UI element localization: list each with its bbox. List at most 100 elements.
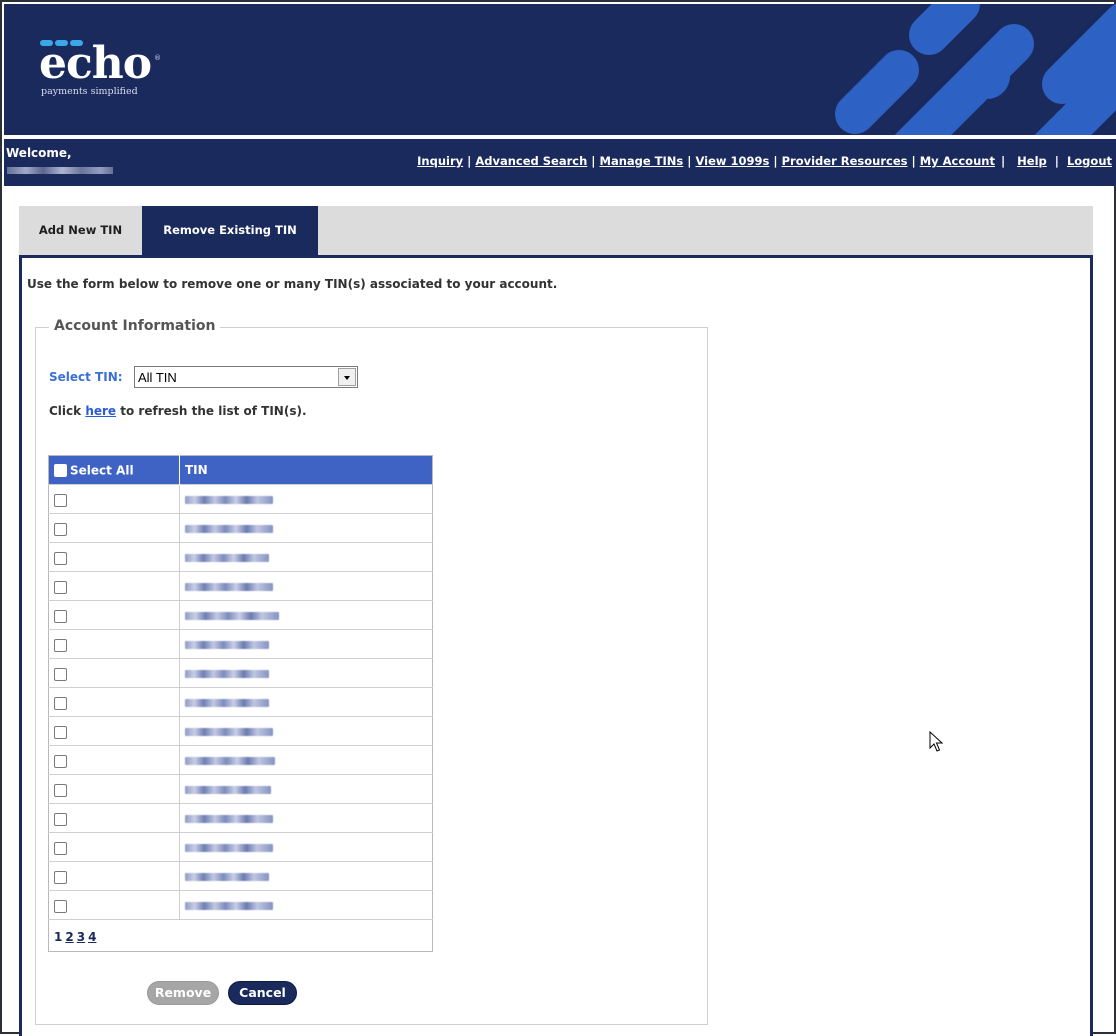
page-1-current: 1 — [54, 930, 63, 944]
tab-add-new-tin[interactable]: Add New TIN — [19, 206, 142, 255]
table-row — [48, 600, 433, 630]
tin-redacted — [185, 583, 273, 591]
select-tin-label: Select TIN: — [49, 370, 123, 384]
table-row — [48, 542, 433, 572]
logo-trademark: ® — [154, 54, 161, 62]
table-row — [48, 658, 433, 688]
row-checkbox[interactable] — [54, 609, 67, 623]
nav-separator: | — [1000, 154, 1006, 168]
row-checkbox[interactable] — [54, 638, 67, 652]
page-2-link[interactable]: 2 — [65, 930, 73, 944]
table-row — [48, 890, 433, 920]
table-header-row: Select All TIN — [48, 455, 433, 485]
row-checkbox-cell — [48, 745, 180, 775]
row-checkbox-cell — [48, 484, 180, 514]
tin-cell — [179, 774, 433, 804]
tin-redacted — [185, 728, 273, 736]
pagination-row: 1234 — [48, 919, 433, 952]
page-3-link[interactable]: 3 — [77, 930, 85, 944]
nav-link-advanced-search[interactable]: Advanced Search — [475, 154, 587, 168]
select-all-checkbox[interactable] — [54, 463, 67, 477]
table-row — [48, 774, 433, 804]
mouse-pointer-icon — [929, 731, 944, 752]
tin-cell — [179, 484, 433, 514]
row-checkbox[interactable] — [54, 899, 67, 913]
tin-cell — [179, 861, 433, 891]
tin-cell — [179, 803, 433, 833]
nav-separator: | — [911, 154, 916, 168]
row-checkbox[interactable] — [54, 522, 67, 536]
select-tin-dropdown[interactable]: All TIN — [134, 366, 358, 388]
header-stripes-graphic — [835, 4, 1116, 135]
nav-separator: | — [591, 154, 596, 168]
row-checkbox-cell — [48, 571, 180, 601]
site-header: echo ® payments simplified — [4, 4, 1116, 135]
tin-cell — [179, 629, 433, 659]
tin-cell — [179, 832, 433, 862]
cancel-button[interactable]: Cancel — [228, 981, 297, 1005]
tin-table: Select All TIN 1 2 3 4 — [48, 455, 433, 952]
row-checkbox[interactable] — [54, 580, 67, 594]
nav-links: Inquiry | Advanced Search | Manage TINs | View… — [417, 154, 1112, 168]
tab-remove-existing-tin[interactable]: Remove Existing TIN — [142, 206, 318, 255]
tin-column-header: TIN — [179, 455, 433, 485]
table-row — [48, 832, 433, 862]
row-checkbox-cell — [48, 542, 180, 572]
nav-link-my-account[interactable]: My Account — [920, 154, 995, 168]
row-checkbox-cell — [48, 513, 180, 543]
intro-text: Use the form below to remove one or many… — [27, 277, 558, 291]
row-checkbox[interactable] — [54, 551, 67, 565]
row-checkbox[interactable] — [54, 725, 67, 739]
table-row — [48, 861, 433, 891]
table-row — [48, 629, 433, 659]
tin-cell — [179, 687, 433, 717]
tin-redacted — [185, 670, 269, 678]
row-checkbox-cell — [48, 629, 180, 659]
refresh-suffix: to refresh the list of TIN(s). — [120, 404, 307, 418]
tin-redacted — [185, 786, 271, 794]
refresh-prefix: Click — [49, 404, 82, 418]
nav-link-provider-resources[interactable]: Provider Resources — [782, 154, 908, 168]
tin-redacted — [185, 699, 269, 707]
page-4-link[interactable]: 4 — [88, 930, 96, 944]
refresh-instruction: Click here to refresh the list of TIN(s)… — [49, 404, 307, 418]
nav-bar: Welcome, Inquiry | Advanced Search | Manage … — [4, 139, 1116, 186]
account-information-fieldset: Account Information Select TIN: All TIN … — [35, 318, 708, 1025]
tin-redacted — [185, 873, 269, 881]
nav-separator: | — [1054, 154, 1059, 168]
nav-link-manage-tins[interactable]: Manage TINs — [600, 154, 684, 168]
row-checkbox[interactable] — [54, 870, 67, 884]
tin-cell — [179, 745, 433, 775]
row-checkbox-cell — [48, 774, 180, 804]
tin-redacted — [185, 641, 269, 649]
row-checkbox[interactable] — [54, 812, 67, 826]
tin-cell — [179, 513, 433, 543]
row-checkbox[interactable] — [54, 841, 67, 855]
table-row — [48, 571, 433, 601]
remove-tin-panel: Use the form below to remove one or many… — [19, 255, 1093, 1036]
row-checkbox[interactable] — [54, 696, 67, 710]
row-checkbox-cell — [48, 861, 180, 891]
table-row — [48, 484, 433, 514]
refresh-link[interactable]: here — [85, 404, 116, 418]
nav-separator: | — [687, 154, 692, 168]
logo-tagline: payments simplified — [41, 86, 138, 97]
remove-button[interactable]: Remove — [147, 981, 219, 1005]
app-frame: echo ® payments simplified Welcome, Inqu… — [0, 0, 1116, 1036]
chevron-down-icon[interactable] — [338, 368, 356, 386]
nav-link-inquiry[interactable]: Inquiry — [417, 154, 463, 168]
nav-link-logout[interactable]: Logout — [1067, 154, 1112, 168]
table-row — [48, 513, 433, 543]
nav-separator: | — [773, 154, 778, 168]
tin-cell — [179, 658, 433, 688]
tin-redacted — [185, 554, 269, 562]
row-checkbox[interactable] — [54, 493, 67, 507]
row-checkbox[interactable] — [54, 783, 67, 797]
select-all-header: Select All — [48, 455, 180, 485]
row-checkbox[interactable] — [54, 667, 67, 681]
row-checkbox[interactable] — [54, 754, 67, 768]
nav-link-view-1099s[interactable]: View 1099s — [695, 154, 769, 168]
nav-link-help[interactable]: Help — [1017, 154, 1047, 168]
tin-cell — [179, 571, 433, 601]
welcome-label: Welcome, — [6, 146, 72, 160]
